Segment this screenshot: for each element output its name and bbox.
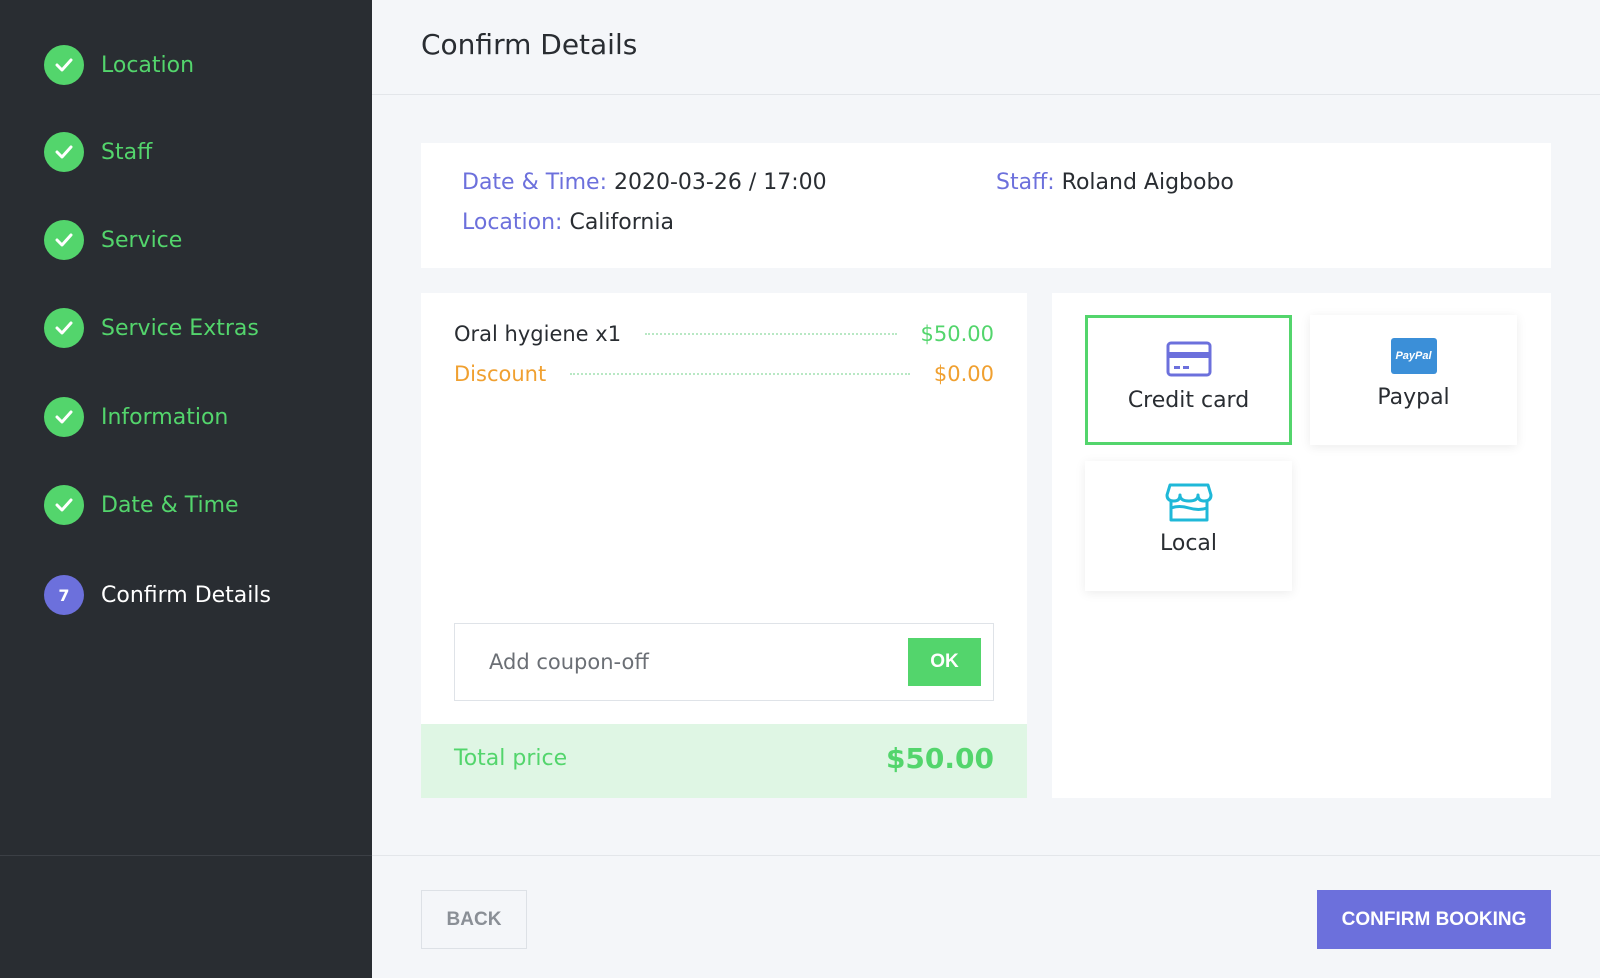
check-icon xyxy=(44,45,84,85)
check-icon xyxy=(44,220,84,260)
staff-label: Staff: xyxy=(996,170,1055,195)
step-staff[interactable]: Staff xyxy=(44,132,152,172)
payment-option-paypal[interactable]: PayPal Paypal xyxy=(1310,315,1517,445)
step-label: Location xyxy=(101,52,195,78)
datetime-value: 2020-03-26 / 17:00 xyxy=(613,170,827,195)
paypal-icon-text: PayPal xyxy=(1390,338,1437,374)
step-label: Confirm Details xyxy=(101,582,271,608)
check-icon xyxy=(44,132,84,172)
staff-row: Staff: Roland Aigbobo xyxy=(996,170,1234,195)
step-label: Date & Time xyxy=(101,492,239,518)
step-label: Information xyxy=(101,404,229,430)
step-service[interactable]: Service xyxy=(44,220,182,260)
coupon-ok-button[interactable]: OK xyxy=(908,638,981,686)
store-icon xyxy=(1165,483,1213,522)
total-price-value: $50.00 xyxy=(885,742,994,775)
credit-card-icon xyxy=(1166,340,1212,378)
payment-option-label: Credit card xyxy=(1127,388,1250,413)
footer: BACK CONFIRM BOOKING xyxy=(372,855,1600,978)
discount-label: Discount xyxy=(454,362,547,386)
location-label: Location: xyxy=(462,210,563,235)
step-number-badge: 7 xyxy=(44,575,84,615)
step-label: Service xyxy=(101,227,183,253)
total-price-label: Total price xyxy=(454,746,568,771)
page-title: Confirm Details xyxy=(421,28,638,61)
line-item-discount: Discount $0.00 xyxy=(454,359,994,389)
check-icon xyxy=(44,397,84,437)
step-label: Service Extras xyxy=(101,315,259,341)
dotted-leader xyxy=(570,373,910,375)
step-label: Staff xyxy=(101,139,153,165)
line-item-price: $50.00 xyxy=(920,322,994,346)
total-price-bar: Total price $50.00 xyxy=(421,724,1027,798)
staff-value: Roland Aigbobo xyxy=(1061,170,1234,195)
check-icon xyxy=(44,485,84,525)
price-summary-card: Oral hygiene x1 $50.00 Discount $0.00 OK… xyxy=(421,293,1027,798)
coupon-input[interactable] xyxy=(456,625,896,699)
line-item-name: Oral hygiene x1 xyxy=(454,322,622,346)
datetime-row: Date & Time: 2020-03-26 / 17:00 xyxy=(462,170,827,195)
payment-option-credit-card[interactable]: Credit card xyxy=(1085,315,1292,445)
step-date-time[interactable]: Date & Time xyxy=(44,485,239,525)
datetime-label: Date & Time: xyxy=(462,170,607,195)
coupon-field: OK xyxy=(454,623,994,701)
back-button[interactable]: BACK xyxy=(421,890,527,949)
header: Confirm Details xyxy=(372,0,1600,95)
discount-value: $0.00 xyxy=(933,362,994,386)
paypal-icon: PayPal xyxy=(1390,337,1437,375)
payment-option-local[interactable]: Local xyxy=(1085,461,1292,591)
payment-option-label: Paypal xyxy=(1377,385,1450,410)
step-service-extras[interactable]: Service Extras xyxy=(44,308,259,348)
booking-info-card: Date & Time: 2020-03-26 / 17:00 Staff: R… xyxy=(421,143,1551,268)
confirm-booking-button[interactable]: CONFIRM BOOKING xyxy=(1317,890,1551,949)
step-information[interactable]: Information xyxy=(44,397,228,437)
sidebar-divider xyxy=(0,855,372,856)
step-location[interactable]: Location xyxy=(44,45,194,85)
check-icon xyxy=(44,308,84,348)
step-confirm-details[interactable]: 7 Confirm Details xyxy=(44,575,271,615)
location-row: Location: California xyxy=(462,210,674,235)
dotted-leader xyxy=(645,333,897,335)
line-item-service: Oral hygiene x1 $50.00 xyxy=(454,319,994,349)
sidebar: Location Staff Service Service Extras In… xyxy=(0,0,372,978)
payment-methods-card: Credit card PayPal Paypal Local xyxy=(1052,293,1551,798)
payment-option-label: Local xyxy=(1159,531,1218,556)
location-value: California xyxy=(569,210,674,235)
